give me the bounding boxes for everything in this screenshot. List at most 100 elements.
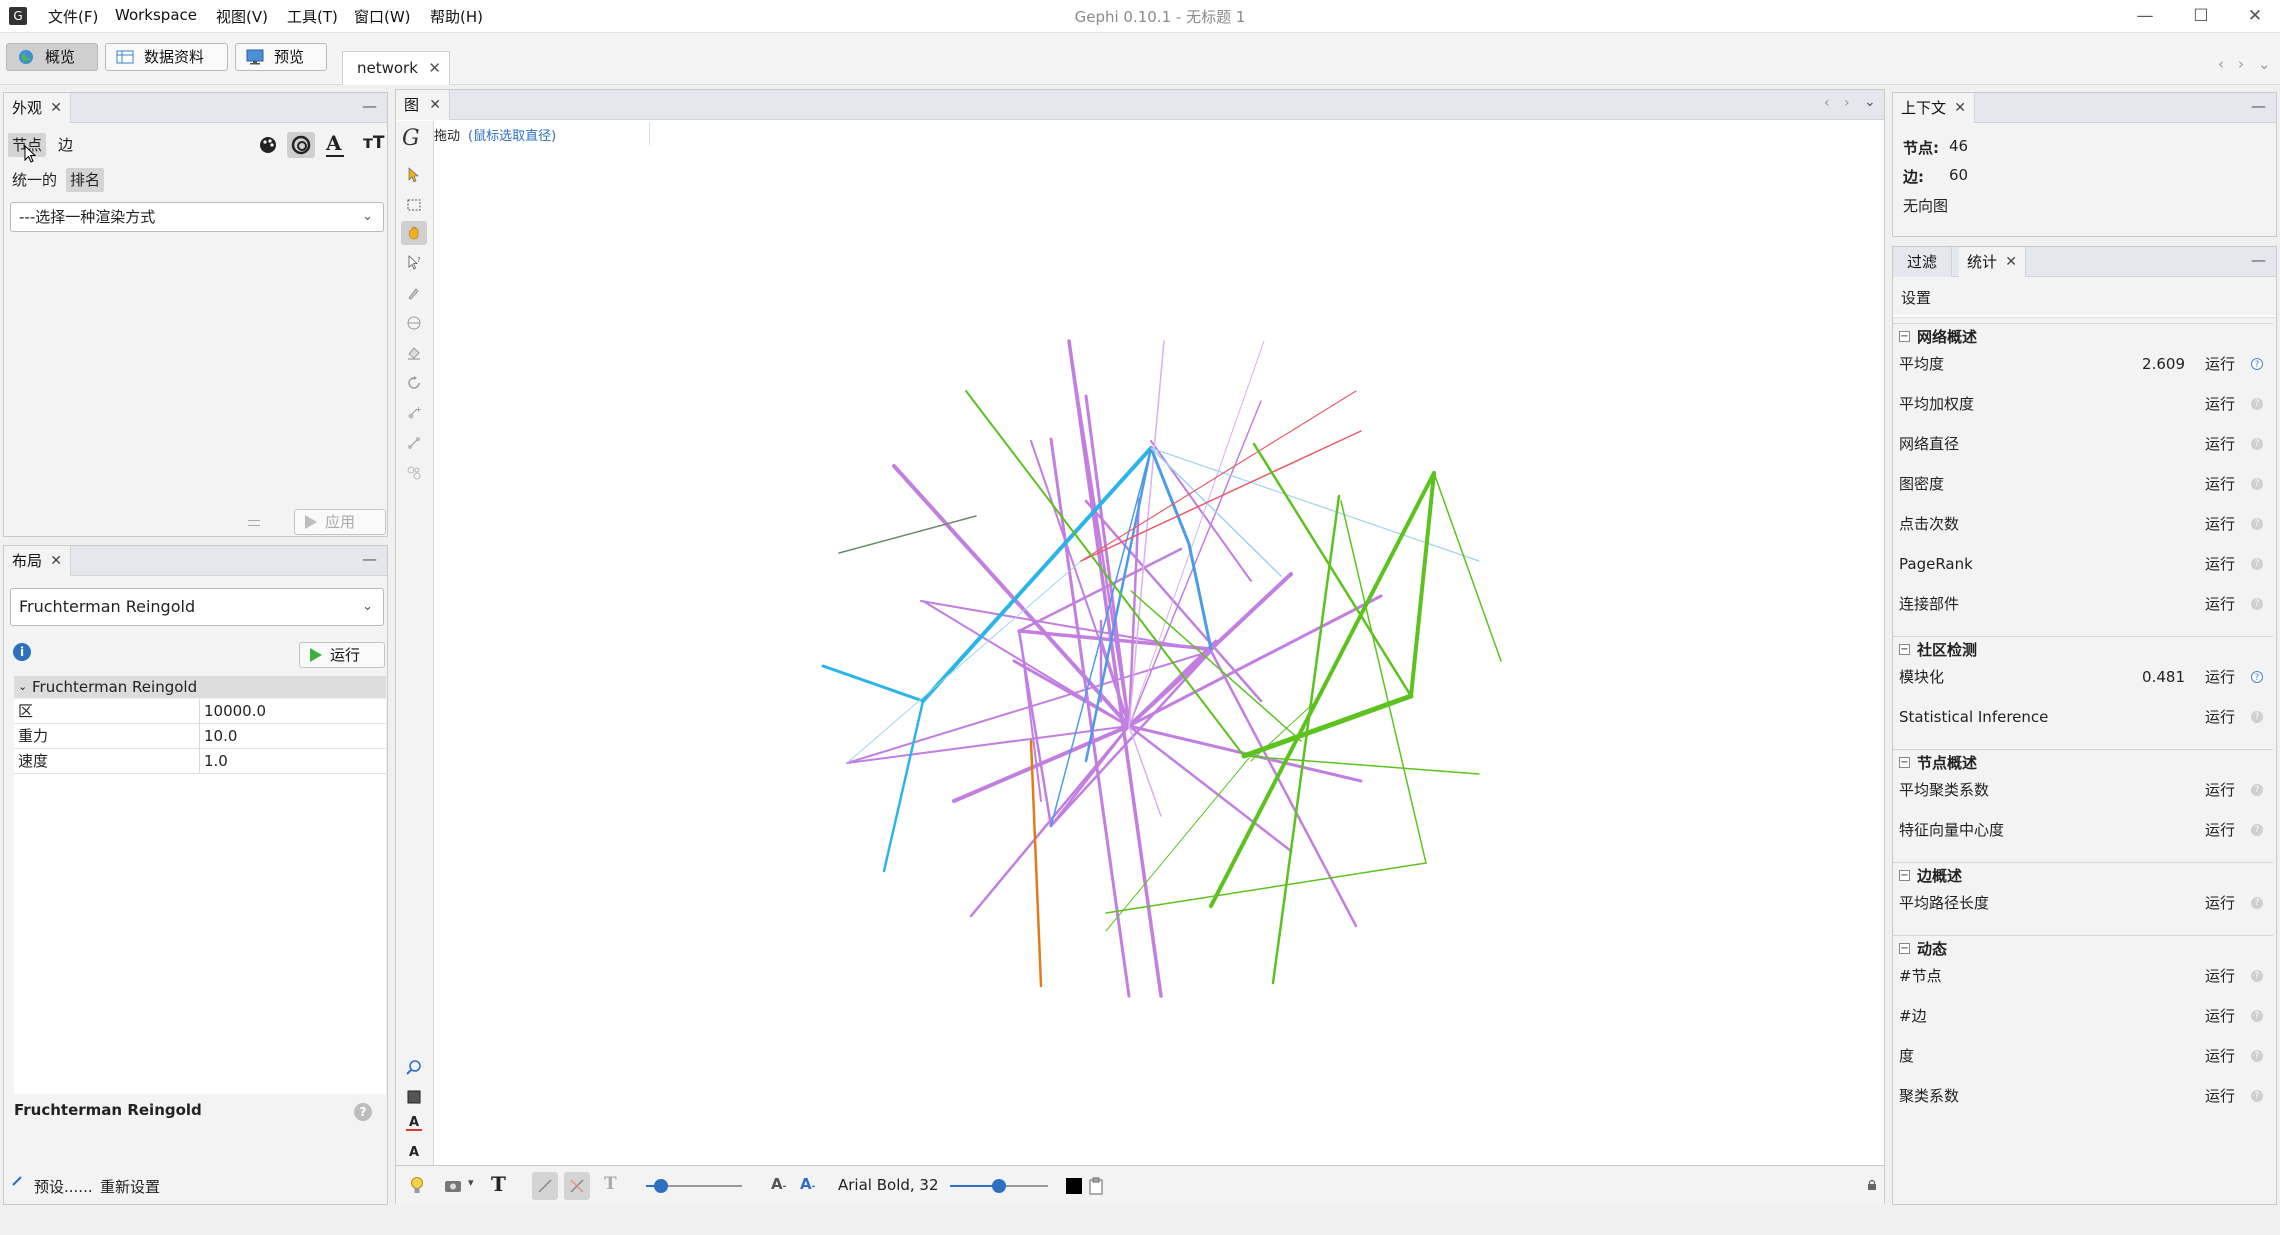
- collapse-toggle-icon[interactable]: −: [1899, 644, 1910, 655]
- graph-edge[interactable]: [1127, 594, 1383, 728]
- collapse-toggle-icon[interactable]: −: [1899, 943, 1910, 954]
- show-labels-icon[interactable]: T: [491, 1172, 506, 1196]
- font-selector[interactable]: Arial Bold, 32: [838, 1176, 939, 1194]
- minimize-button[interactable]: —: [2122, 3, 2168, 29]
- graph-edge[interactable]: [1080, 430, 1362, 562]
- menu-workspace[interactable]: Workspace: [115, 6, 197, 24]
- minimize-panel-icon[interactable]: —: [362, 550, 377, 568]
- run-button[interactable]: 运行: [2205, 697, 2235, 737]
- layout-algorithm-select[interactable]: Fruchterman Reingold ⌄: [10, 588, 384, 626]
- menu-window[interactable]: 窗口(W): [354, 6, 411, 27]
- decrease-font-icon[interactable]: A-: [771, 1175, 786, 1193]
- graph-edge[interactable]: [1241, 693, 1414, 759]
- tab-graph[interactable]: 图 ✕: [396, 90, 451, 120]
- edit-node-icon[interactable]: ?: [406, 255, 422, 271]
- appearance-ranking-tab[interactable]: 排名: [66, 168, 105, 192]
- help-icon[interactable]: ?: [2251, 398, 2263, 410]
- chevron-down-icon[interactable]: ⌄: [2258, 55, 2271, 73]
- minimize-panel-icon[interactable]: —: [2251, 251, 2266, 269]
- report-icon[interactable]: ?: [2251, 671, 2263, 683]
- select-arrow-icon[interactable]: [406, 167, 422, 183]
- help-icon[interactable]: ?: [2251, 598, 2263, 610]
- minimize-panel-icon[interactable]: —: [362, 97, 377, 115]
- help-icon[interactable]: ?: [2251, 824, 2263, 836]
- chevron-down-icon[interactable]: ▾: [468, 1176, 474, 1189]
- maximize-button[interactable]: ☐: [2178, 3, 2224, 29]
- heatmap-icon[interactable]: [406, 465, 422, 481]
- chevron-left-icon[interactable]: ‹: [2218, 55, 2224, 73]
- add-node-icon[interactable]: +: [406, 405, 422, 421]
- property-row-gravity[interactable]: 重力 10.0: [14, 724, 386, 749]
- info-icon[interactable]: i: [13, 643, 31, 661]
- increase-font-icon[interactable]: A-: [800, 1175, 815, 1193]
- menu-view[interactable]: 视图(V): [216, 6, 268, 27]
- graph-edge[interactable]: [1187, 542, 1213, 651]
- close-button[interactable]: ✕: [2232, 3, 2278, 29]
- paint-bucket-icon[interactable]: [406, 345, 422, 361]
- help-icon[interactable]: ?: [2251, 1090, 2263, 1102]
- help-icon[interactable]: ?: [2251, 1010, 2263, 1022]
- graph-edge[interactable]: [846, 560, 1082, 764]
- chevron-down-icon[interactable]: ⌄: [1864, 94, 1876, 110]
- splitter-handle[interactable]: [248, 520, 260, 526]
- size-button[interactable]: [287, 132, 315, 158]
- overview-mode-button[interactable]: 概览: [6, 43, 98, 71]
- run-button[interactable]: 运行: [2205, 956, 2235, 996]
- close-icon[interactable]: ✕: [1954, 93, 1966, 123]
- graph-edge[interactable]: [1209, 471, 1436, 908]
- help-icon[interactable]: ?: [354, 1103, 372, 1121]
- label-size-icon[interactable]: тT: [363, 133, 384, 153]
- menu-file[interactable]: 文件(F): [48, 6, 98, 27]
- appearance-edges-tab[interactable]: 边: [54, 133, 77, 157]
- color-palette-icon[interactable]: [258, 135, 278, 155]
- preview-mode-button[interactable]: 预览: [235, 43, 327, 71]
- data-laboratory-mode-button[interactable]: 数据资料: [105, 43, 228, 71]
- rotate-icon[interactable]: [406, 375, 422, 391]
- help-icon[interactable]: ?: [2251, 970, 2263, 982]
- graph-canvas[interactable]: [434, 148, 1884, 1164]
- help-icon[interactable]: ?: [2251, 478, 2263, 490]
- graph-edge[interactable]: [1252, 442, 1413, 698]
- run-button[interactable]: 运行: [2205, 770, 2235, 810]
- run-button[interactable]: 运行: [2205, 424, 2235, 464]
- label-size-slider-thumb[interactable]: [654, 1179, 668, 1193]
- label-color-icon[interactable]: A: [326, 131, 342, 155]
- graph-edge[interactable]: [821, 664, 925, 703]
- zoom-icon[interactable]: [406, 1059, 422, 1075]
- property-row-area[interactable]: 区 10000.0: [14, 699, 386, 724]
- lock-icon[interactable]: [1866, 1179, 1878, 1191]
- font-color-icon[interactable]: A: [406, 1115, 422, 1131]
- font-size-icon[interactable]: A: [406, 1145, 422, 1161]
- graph-edge[interactable]: [1433, 472, 1502, 662]
- renderer-select[interactable]: ---选择一种渲染方式 ⌄: [10, 202, 384, 232]
- graph-edge[interactable]: [1029, 739, 1043, 988]
- help-icon[interactable]: ?: [2251, 518, 2263, 530]
- brush-icon[interactable]: [406, 285, 422, 301]
- run-button[interactable]: 运行: [2205, 504, 2235, 544]
- close-icon[interactable]: ✕: [50, 93, 62, 123]
- menu-help[interactable]: 帮助(H): [430, 6, 483, 27]
- help-icon[interactable]: ?: [2251, 711, 2263, 723]
- layout-run-button[interactable]: 运行: [299, 642, 385, 668]
- run-button[interactable]: 运行: [2205, 544, 2235, 584]
- screenshot-icon[interactable]: [444, 1178, 464, 1194]
- run-button[interactable]: 运行: [2205, 1076, 2235, 1116]
- help-icon[interactable]: ?: [2251, 1050, 2263, 1062]
- rectangle-select-icon[interactable]: [406, 197, 422, 213]
- run-button[interactable]: 运行: [2205, 584, 2235, 624]
- close-icon[interactable]: ✕: [2005, 247, 2017, 277]
- graph-edge[interactable]: [1049, 437, 1131, 998]
- properties-group-header[interactable]: ⌄ Fruchterman Reingold: [14, 676, 386, 698]
- edge-color-button[interactable]: [564, 1172, 590, 1200]
- graph-edge[interactable]: [1105, 862, 1427, 914]
- label-color-swatch[interactable]: [1066, 1178, 1082, 1194]
- help-icon[interactable]: ?: [2251, 558, 2263, 570]
- tab-appearance[interactable]: 外观 ✕: [4, 93, 72, 123]
- help-icon[interactable]: ?: [2251, 897, 2263, 909]
- apply-button[interactable]: 应用: [294, 509, 386, 535]
- tab-layout[interactable]: 布局 ✕: [4, 546, 72, 576]
- node-label-size-icon[interactable]: T: [604, 1174, 617, 1194]
- lightbulb-icon[interactable]: [410, 1176, 424, 1196]
- chevron-right-icon[interactable]: ›: [2238, 55, 2244, 73]
- collapse-toggle-icon[interactable]: −: [1899, 870, 1910, 881]
